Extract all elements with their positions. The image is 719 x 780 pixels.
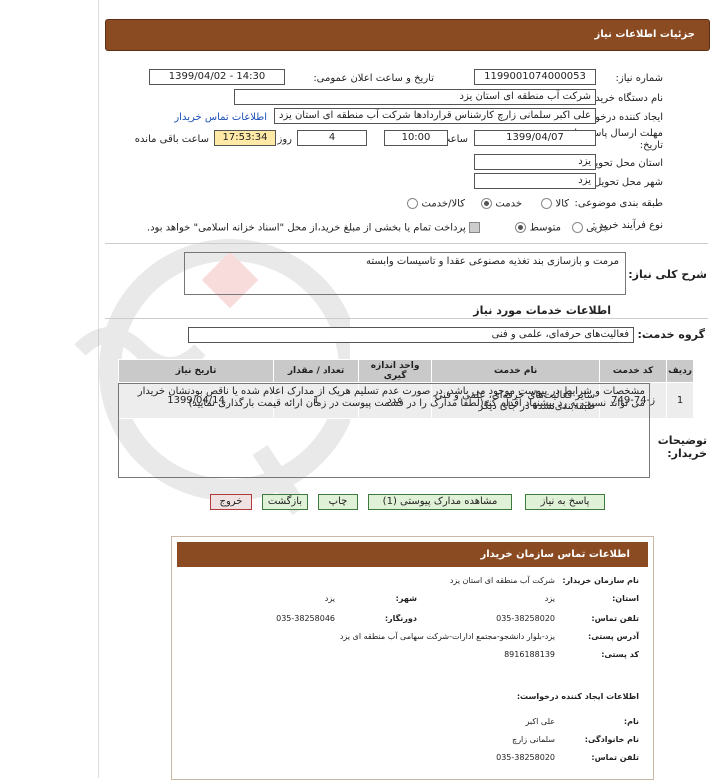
deadline-date-field: 1399/04/07 <box>474 130 596 146</box>
org-label: نام سازمان خریدار: <box>562 576 639 585</box>
checkbox-icon <box>469 222 480 233</box>
process-option-minor[interactable]: جزیی <box>571 222 609 234</box>
deadline-date-label: تاریخ: <box>639 140 663 151</box>
buyer-label: نام دستگاه خریدار: <box>584 93 663 104</box>
table-header-row: ردیف کد خدمت نام خدمت واحد اندازه گیری ت… <box>117 359 694 383</box>
cell-index: 1 <box>666 382 694 419</box>
province-label: استان محل تحویل: <box>584 158 663 169</box>
family-value: سلمانی زارچ <box>512 735 555 744</box>
notes-text: مشخصات و شرایط در پیوست موجود می باشد، د… <box>137 386 645 409</box>
need-number-label: شماره نیاز: <box>615 73 664 84</box>
province-label: استان: <box>612 594 639 603</box>
address-label: آدرس پستی: <box>588 632 639 641</box>
creator-field: علی اکبر سلمانی زارچ کارشناس قراردادها ش… <box>274 108 596 124</box>
phone-value: 035-38258020 <box>496 614 555 623</box>
city-field: یزد <box>474 173 596 189</box>
col-header: واحد اندازه گیری <box>358 359 433 383</box>
buyer-field: شرکت آب منطقه ای استان یزد <box>234 89 596 105</box>
province-field: یزد <box>474 154 596 170</box>
radio-selected-icon <box>515 222 527 233</box>
name-label: نام: <box>623 717 639 726</box>
contact-info-link[interactable]: اطلاعات تماس خریدار <box>174 112 267 123</box>
divider <box>105 318 708 319</box>
category-option-service[interactable]: خدمت <box>481 198 522 210</box>
contact-popup: اطلاعات تماس سازمان خریدار نام سازمان خر… <box>171 536 654 780</box>
attachments-button[interactable]: مشاهده مدارک پیوستی (1) <box>368 494 512 510</box>
reply-button[interactable]: پاسخ به نیاز <box>525 494 605 510</box>
popup-header: اطلاعات تماس سازمان خریدار <box>177 542 648 567</box>
exit-button[interactable]: خروج <box>210 494 252 510</box>
category-label: طبقه بندی موضوعی: <box>574 198 663 209</box>
creator-phone-label: تلفن تماس: <box>591 753 639 762</box>
category-option-both[interactable]: کالا/خدمت <box>407 198 465 210</box>
col-header: کد خدمت <box>599 359 668 383</box>
remaining-time-field: 17:53:34 <box>214 130 276 146</box>
creator-phone-value: 035-38258020 <box>496 753 555 762</box>
days-field: 4 <box>297 130 367 146</box>
name-value: علی اکبر <box>525 717 556 726</box>
city-value: یزد <box>324 594 335 603</box>
services-title: اطلاعات خدمات مورد نیاز <box>473 304 611 317</box>
description-box: مرمت و بازسازی بند تغذیه مصنوعی عقدا و ت… <box>184 252 626 295</box>
col-header: تاریخ نیاز <box>117 359 275 383</box>
radio-icon <box>541 198 553 209</box>
service-group-field: فعالیت‌های حرفه‌ای، علمی و فنی <box>188 327 634 343</box>
notes-label: توضیحات خریدار: <box>657 434 707 460</box>
description-text: مرمت و بازسازی بند تغذیه مصنوعی عقدا و ت… <box>366 256 619 267</box>
creator-section-title: اطلاعات ایجاد کننده درخواست: <box>516 692 639 701</box>
back-button[interactable]: بازگشت <box>262 494 308 510</box>
fax-value: 035-38258046 <box>276 614 335 623</box>
postal-value: 8916188139 <box>504 650 555 659</box>
deadline-time-field: 10:00 <box>384 130 448 146</box>
city-label: شهر محل تحویل: <box>590 177 663 188</box>
phone-label: تلفن تماس: <box>591 614 639 623</box>
print-button[interactable]: چاپ <box>318 494 358 510</box>
page-title: جزئیات اطلاعات نیاز <box>594 29 695 40</box>
province-value: یزد <box>544 594 555 603</box>
notes-box: مشخصات و شرایط در پیوست موجود می باشد، د… <box>118 383 650 478</box>
description-label: شرح کلی نیاز: <box>628 268 707 281</box>
family-label: نام خانوادگی: <box>584 735 639 744</box>
category-option-goods[interactable]: کالا <box>541 198 569 210</box>
col-header: نام خدمت <box>431 359 601 383</box>
remaining-label: ساعت باقی مانده <box>134 134 209 145</box>
fax-label: دورنگار: <box>384 614 417 623</box>
announce-label: تاریخ و ساعت اعلان عمومی: <box>313 73 434 84</box>
radio-icon <box>571 222 583 233</box>
page-header: جزئیات اطلاعات نیاز <box>105 19 710 51</box>
radio-selected-icon <box>481 198 493 209</box>
org-value: شرکت آب منطقه ای استان یزد <box>449 576 555 585</box>
payment-note: پرداخت تمام یا بخشی از مبلغ خرید،از محل … <box>147 222 480 234</box>
service-group-label: گروه خدمت: <box>637 328 705 341</box>
divider <box>105 243 708 244</box>
announce-field: 1399/04/02 - 14:30 <box>149 69 285 85</box>
need-number-field: 1199001074000053 <box>474 69 596 85</box>
col-header: تعداد / مقدار <box>273 359 360 383</box>
popup-title: اطلاعات تماس سازمان خریدار <box>480 549 630 560</box>
process-option-medium[interactable]: متوسط <box>515 222 561 234</box>
city-label: شهر: <box>395 594 417 603</box>
postal-label: کد پستی: <box>601 650 639 659</box>
col-header: ردیف <box>666 359 694 383</box>
radio-icon <box>407 198 419 209</box>
address-value: یزد-بلوار دانشجو-مجتمع ادارات-شرکت سهامی… <box>339 632 555 641</box>
